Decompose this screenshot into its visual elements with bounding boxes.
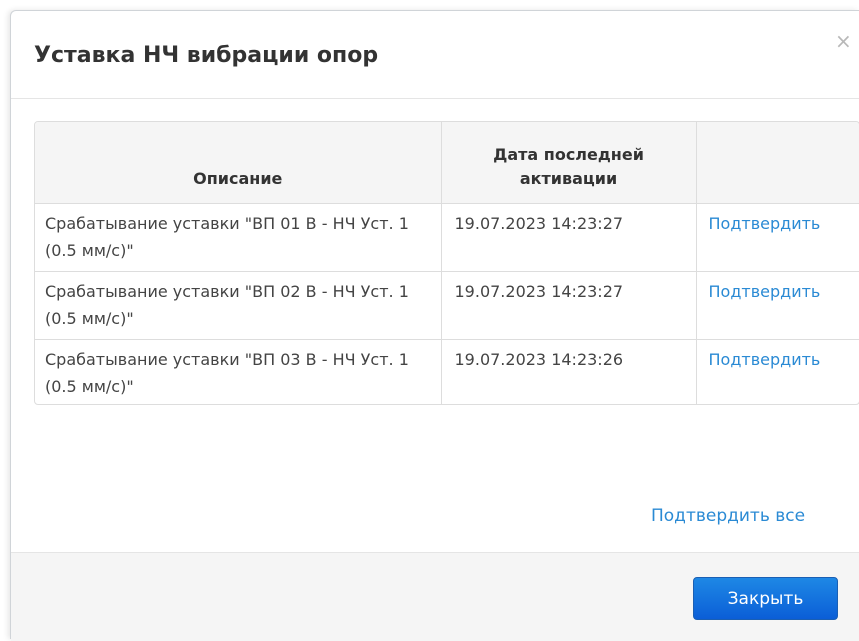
alarms-table: Описание Дата последней активации Срабат…	[35, 122, 859, 404]
row-action-cell: Подтвердить	[695, 270, 859, 339]
table-row: Срабатывание уставки "ВП 01 В - НЧ Уст. …	[35, 203, 859, 271]
row-action-cell: Подтвердить	[695, 203, 859, 271]
table-row: Срабатывание уставки "ВП 02 В - НЧ Уст. …	[35, 270, 859, 339]
close-icon[interactable]: ×	[835, 31, 852, 51]
column-header-action	[695, 122, 859, 204]
row-date: 19.07.2023 14:23:26	[440, 338, 696, 404]
confirm-link[interactable]: Подтвердить	[709, 282, 821, 301]
modal-header: Уставка НЧ вибрации опор ×	[11, 11, 859, 99]
confirm-link[interactable]: Подтвердить	[709, 350, 821, 369]
row-date: 19.07.2023 14:23:27	[440, 203, 696, 271]
row-description: Срабатывание уставки "ВП 02 В - НЧ Уст. …	[35, 270, 441, 339]
row-description: Срабатывание уставки "ВП 03 В - НЧ Уст. …	[35, 338, 441, 404]
row-date: 19.07.2023 14:23:27	[440, 270, 696, 339]
close-button[interactable]: Закрыть	[693, 577, 838, 620]
column-header-description: Описание	[35, 122, 441, 204]
confirm-link[interactable]: Подтвердить	[709, 214, 821, 233]
row-description: Срабатывание уставки "ВП 01 В - НЧ Уст. …	[45, 213, 409, 260]
modal-footer: Закрыть	[11, 552, 859, 641]
confirm-all-link[interactable]: Подтвердить все	[651, 506, 805, 526]
alarm-modal: Уставка НЧ вибрации опор × Описание Дата…	[10, 10, 859, 641]
table-row: Срабатывание уставки "ВП 03 В - НЧ Уст. …	[35, 338, 859, 404]
alarms-table-container: Описание Дата последней активации Срабат…	[34, 121, 859, 405]
modal-title: Уставка НЧ вибрации опор	[34, 43, 379, 68]
table-header-row: Описание Дата последней активации	[35, 122, 859, 204]
row-action-cell: Подтвердить	[695, 338, 859, 404]
column-header-last-activation: Дата последней активации	[440, 122, 696, 204]
